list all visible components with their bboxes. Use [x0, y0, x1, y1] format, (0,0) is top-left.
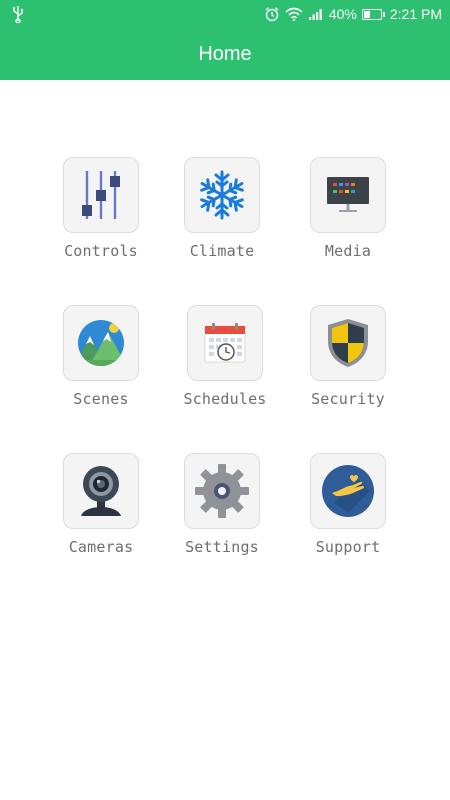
tile-media[interactable]: Media — [288, 157, 408, 267]
signal-icon — [308, 9, 322, 20]
tile-scenes[interactable]: Scenes — [41, 305, 161, 415]
tile-security[interactable]: Security — [288, 305, 408, 415]
app-bar: Home — [0, 28, 450, 80]
mountain-scene-icon — [78, 320, 124, 366]
shield-icon — [328, 319, 368, 367]
tile-schedules[interactable]: Schedules — [165, 305, 285, 415]
tile-label-media: Media — [324, 242, 372, 260]
hand-support-icon — [322, 465, 374, 517]
usb-icon — [13, 6, 24, 23]
status-bar: 40% 2:21 PM — [0, 0, 450, 28]
tile-security-box[interactable] — [310, 305, 386, 381]
tile-schedules-box[interactable] — [187, 305, 263, 381]
tv-icon — [327, 177, 369, 212]
tile-settings-box[interactable] — [184, 453, 260, 529]
tile-controls-box[interactable] — [63, 157, 139, 233]
alarm-icon — [265, 7, 279, 22]
tile-label-support: Support — [315, 538, 381, 556]
tile-label-settings: Settings — [185, 538, 259, 556]
calendar-clock-icon — [204, 323, 246, 363]
tile-label-cameras: Cameras — [68, 538, 134, 556]
tile-label-schedules: Schedules — [183, 390, 267, 408]
tile-cameras-box[interactable] — [63, 453, 139, 529]
tile-label-scenes: Scenes — [73, 390, 129, 408]
tile-climate[interactable]: Climate — [162, 157, 282, 267]
tile-climate-box[interactable] — [184, 157, 260, 233]
page-title: Home — [198, 42, 252, 65]
tile-settings[interactable]: Settings — [162, 453, 282, 563]
tile-label-climate: Climate — [189, 242, 255, 260]
wifi-icon — [285, 7, 303, 21]
battery-percent: 40% — [328, 6, 357, 22]
webcam-icon — [81, 466, 121, 516]
tile-scenes-box[interactable] — [63, 305, 139, 381]
tile-cameras[interactable]: Cameras — [41, 453, 161, 563]
tile-media-box[interactable] — [310, 157, 386, 233]
snowflake-icon — [197, 170, 247, 220]
sliders-icon — [82, 171, 120, 219]
tile-label-security: Security — [311, 390, 385, 408]
battery-level — [363, 10, 370, 18]
battery-icon — [361, 8, 385, 20]
tile-support-box[interactable] — [310, 453, 386, 529]
gear-icon — [195, 464, 249, 518]
tile-label-controls: Controls — [64, 242, 138, 260]
tile-controls[interactable]: Controls — [41, 157, 161, 267]
tile-support[interactable]: Support — [288, 453, 408, 563]
clock-time: 2:21 PM — [389, 6, 442, 22]
